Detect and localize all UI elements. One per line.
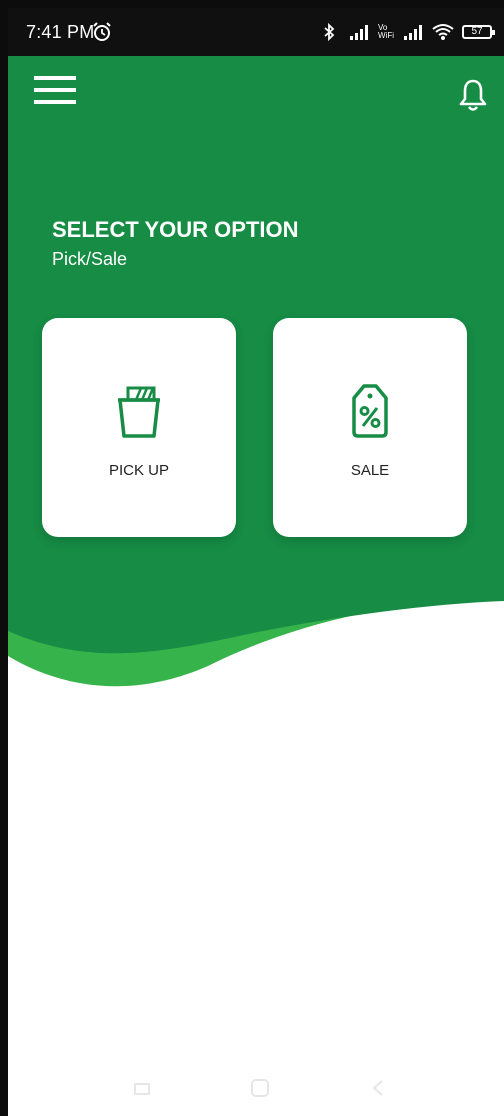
alarm-clock-icon bbox=[93, 22, 111, 41]
app-screen: 7:41 PM Vo WiFi 57 SELECT YOUR OPTION Pi… bbox=[8, 8, 504, 1116]
status-icons: Vo WiFi 57 bbox=[318, 22, 495, 42]
signal-icon bbox=[350, 25, 368, 40]
page-title: SELECT YOUR OPTION bbox=[52, 217, 299, 242]
discount-tag-icon bbox=[352, 384, 388, 438]
status-bar: 7:41 PM Vo WiFi 57 bbox=[8, 8, 504, 56]
pickup-option-card[interactable]: PICK UP bbox=[42, 318, 236, 537]
sale-option-card[interactable]: SALE bbox=[273, 318, 467, 537]
device-frame-top bbox=[0, 0, 504, 8]
page-subtitle: Pick/Sale bbox=[52, 249, 128, 269]
sale-label: SALE bbox=[350, 462, 390, 479]
hamburger-menu-icon[interactable] bbox=[34, 74, 78, 106]
wifi-icon bbox=[432, 24, 454, 40]
bluetooth-icon bbox=[324, 22, 335, 42]
system-navigation-bar bbox=[8, 1058, 504, 1116]
battery-indicator: 57 bbox=[462, 25, 495, 39]
bag-icon bbox=[118, 386, 160, 438]
back-icon[interactable] bbox=[366, 1076, 390, 1100]
vowifi-indicator: Vo WiFi bbox=[378, 23, 394, 40]
home-icon[interactable] bbox=[248, 1076, 272, 1100]
device-frame bbox=[0, 0, 8, 1116]
recents-icon[interactable] bbox=[130, 1076, 154, 1100]
status-time: 7:41 PM bbox=[26, 22, 95, 42]
bell-icon[interactable] bbox=[458, 78, 488, 112]
signal-icon-2 bbox=[404, 25, 422, 40]
pickup-label: PICK UP bbox=[108, 462, 169, 479]
